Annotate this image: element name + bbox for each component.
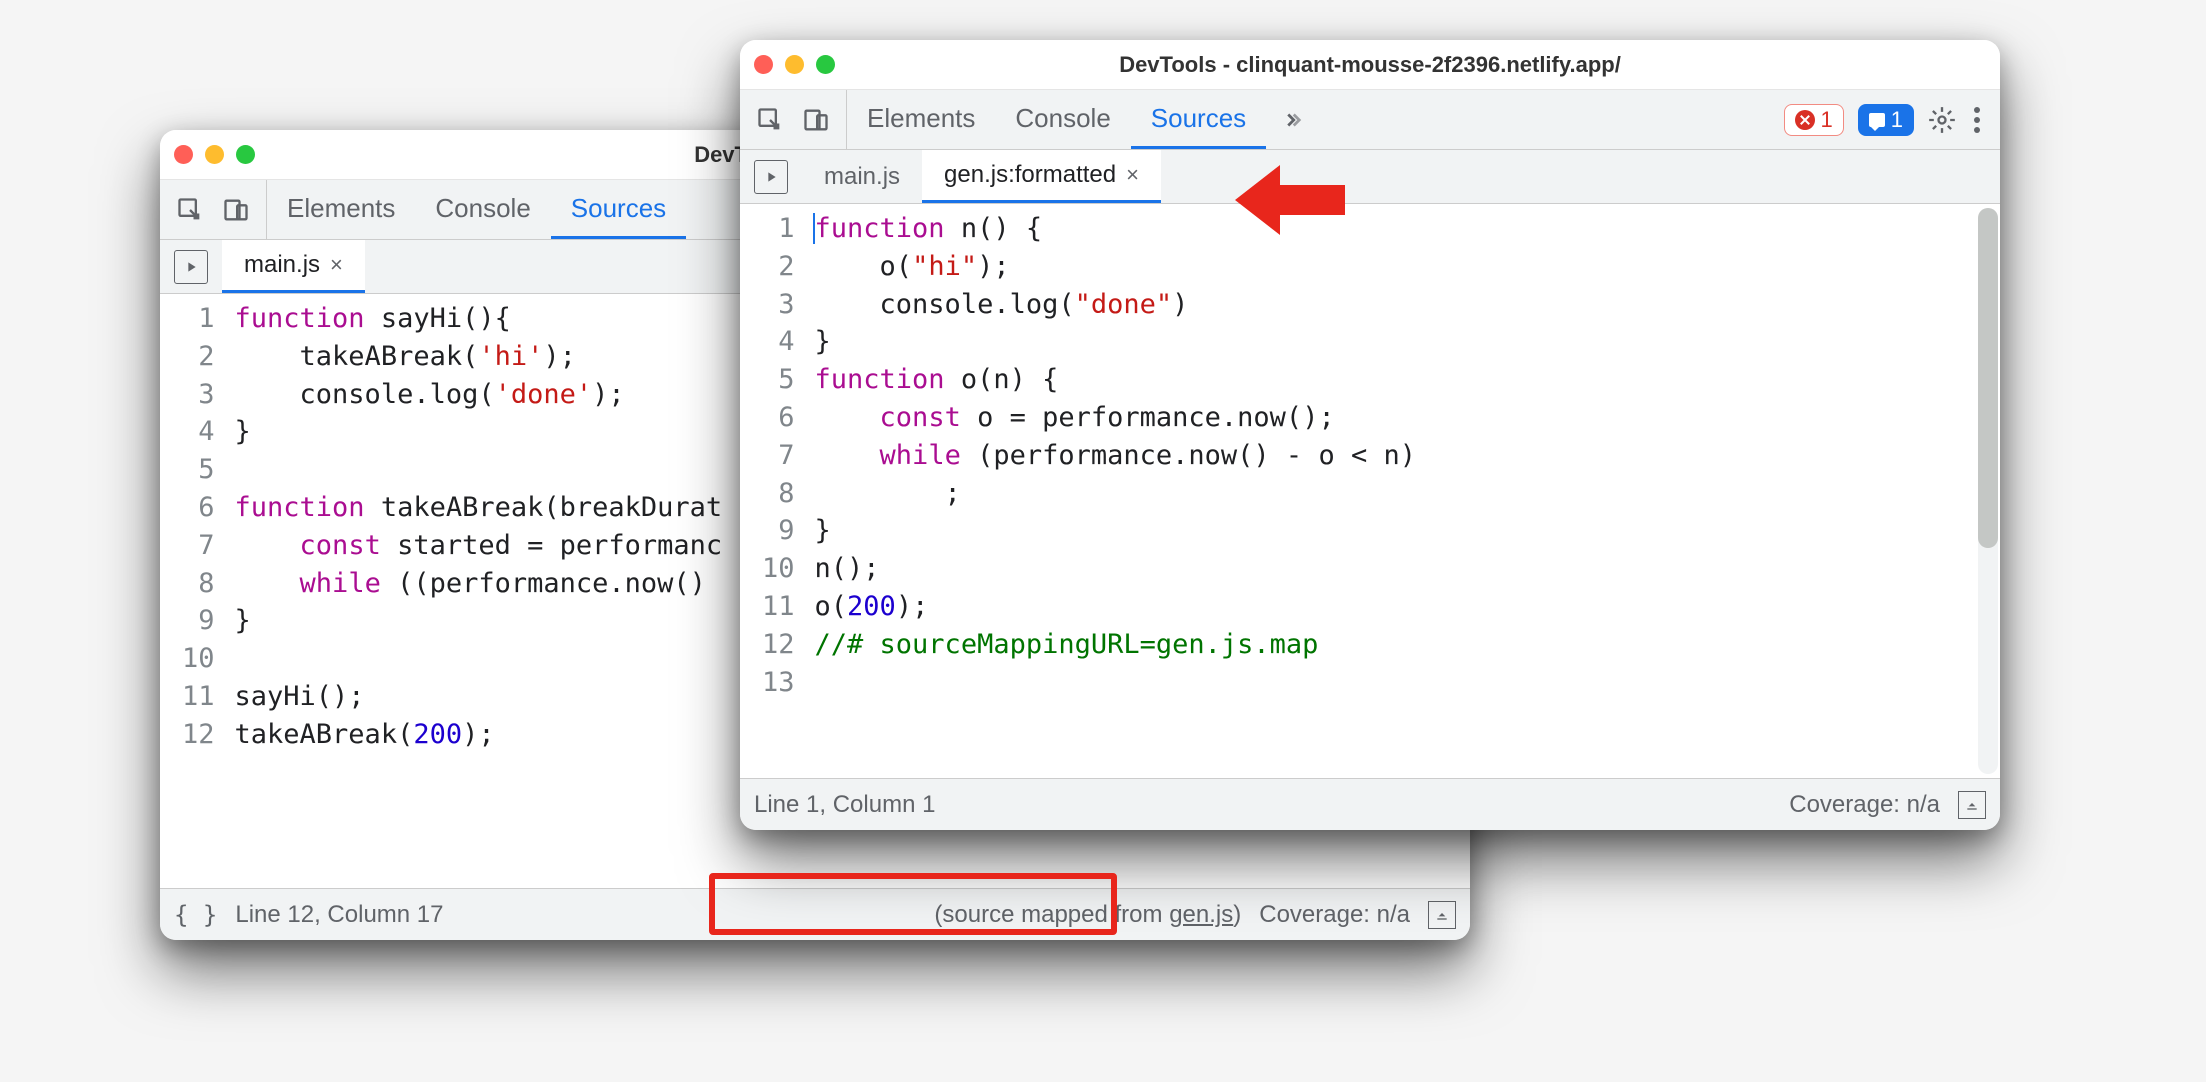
error-count: 1 bbox=[1821, 107, 1833, 133]
coverage-label: Coverage: n/a bbox=[1789, 791, 1940, 819]
panel-tabs: Elements Console Sources bbox=[847, 90, 1768, 149]
error-badge[interactable]: 1 bbox=[1784, 104, 1844, 136]
device-toolbar-icon[interactable] bbox=[222, 196, 250, 224]
file-tab-label: gen.js:formatted bbox=[944, 161, 1116, 189]
cursor-position: Line 1, Column 1 bbox=[754, 791, 935, 819]
issues-badge[interactable]: 1 bbox=[1858, 104, 1914, 136]
titlebar: DevTools - clinquant-mousse-2f2396.netli… bbox=[740, 40, 2000, 90]
status-bar: { } Line 12, Column 17 (source mapped fr… bbox=[160, 888, 1470, 940]
close-window-button[interactable] bbox=[174, 145, 193, 164]
tab-console[interactable]: Console bbox=[415, 180, 550, 239]
error-icon bbox=[1795, 110, 1815, 130]
toolbar-right: 1 1 bbox=[1768, 103, 2001, 137]
toolbar-left bbox=[740, 90, 847, 149]
kebab-menu-icon[interactable] bbox=[1970, 103, 1984, 137]
close-window-button[interactable] bbox=[754, 55, 773, 74]
device-toolbar-icon[interactable] bbox=[802, 106, 830, 134]
scrollbar-thumb[interactable] bbox=[1978, 208, 1998, 548]
issues-icon bbox=[1869, 113, 1885, 127]
line-gutter: 1 2 3 4 5 6 7 8 9 10 11 12 bbox=[160, 294, 229, 888]
devtools-window-right: DevTools - clinquant-mousse-2f2396.netli… bbox=[740, 40, 2000, 830]
more-tabs-icon[interactable] bbox=[1266, 90, 1316, 149]
inspect-icon[interactable] bbox=[176, 196, 204, 224]
file-tab-mainjs[interactable]: main.js × bbox=[222, 240, 365, 293]
zoom-window-button[interactable] bbox=[236, 145, 255, 164]
code-editor[interactable]: 1 2 3 4 5 6 7 8 9 10 11 12 13 function n… bbox=[740, 204, 2000, 778]
file-tab-mainjs[interactable]: main.js bbox=[802, 150, 922, 203]
show-drawer-icon[interactable] bbox=[1428, 901, 1456, 929]
file-tab-genjs-formatted[interactable]: gen.js:formatted × bbox=[922, 150, 1161, 203]
navigator-toggle-icon[interactable] bbox=[174, 250, 208, 284]
navigator-toggle-icon[interactable] bbox=[754, 160, 788, 194]
source-mapped-link[interactable]: gen.js bbox=[1169, 901, 1233, 928]
close-icon[interactable]: × bbox=[1126, 164, 1139, 186]
source-mapped-label: (source mapped from gen.js) bbox=[934, 901, 1241, 929]
window-controls bbox=[754, 55, 835, 74]
scrollbar[interactable] bbox=[1978, 208, 1998, 774]
close-icon[interactable]: × bbox=[330, 254, 343, 276]
tab-console[interactable]: Console bbox=[995, 90, 1130, 149]
file-tabs: main.js gen.js:formatted × bbox=[740, 150, 2000, 204]
minimize-window-button[interactable] bbox=[205, 145, 224, 164]
tab-sources[interactable]: Sources bbox=[1131, 90, 1266, 149]
line-gutter: 1 2 3 4 5 6 7 8 9 10 11 12 13 bbox=[740, 204, 809, 778]
minimize-window-button[interactable] bbox=[785, 55, 804, 74]
window-controls bbox=[174, 145, 255, 164]
cursor-position: Line 12, Column 17 bbox=[235, 901, 443, 929]
tab-sources[interactable]: Sources bbox=[551, 180, 686, 239]
tab-elements[interactable]: Elements bbox=[267, 180, 415, 239]
code-content: function n() { o("hi"); console.log("don… bbox=[809, 204, 2000, 778]
zoom-window-button[interactable] bbox=[816, 55, 835, 74]
issues-count: 1 bbox=[1891, 107, 1903, 133]
coverage-label: Coverage: n/a bbox=[1259, 901, 1410, 929]
file-tab-label: main.js bbox=[244, 251, 320, 279]
inspect-icon[interactable] bbox=[756, 106, 784, 134]
tab-elements[interactable]: Elements bbox=[847, 90, 995, 149]
gear-icon[interactable] bbox=[1928, 106, 1956, 134]
main-toolbar: Elements Console Sources 1 1 bbox=[740, 90, 2000, 150]
status-bar: Line 1, Column 1 Coverage: n/a bbox=[740, 778, 2000, 830]
toolbar-left bbox=[160, 180, 267, 239]
file-tab-label: main.js bbox=[824, 163, 900, 191]
show-drawer-icon[interactable] bbox=[1958, 791, 1986, 819]
window-title: DevTools - clinquant-mousse-2f2396.netli… bbox=[740, 52, 2000, 78]
pretty-print-icon[interactable]: { } bbox=[174, 901, 217, 929]
